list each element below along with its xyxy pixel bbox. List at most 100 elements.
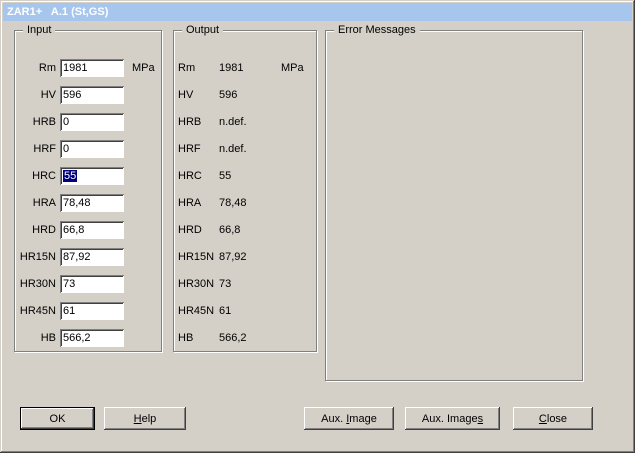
input-row-label: HR45N [15,305,56,317]
input-row-label: HB [15,332,56,344]
output-row-value: 596 [219,89,277,101]
output-row-label: HV [178,89,219,101]
output-row-value: 87,92 [219,251,277,263]
error-messages-group-label: Error Messages [334,24,420,37]
output-row-value: n.def. [219,116,277,128]
input-field-hrb[interactable]: 0 [60,113,124,131]
aux-image-button-label: Aux. Image [321,413,377,425]
output-row: HR30N 73 [174,270,316,297]
output-row: HRF n.def. [174,135,316,162]
input-row: HRD 66,8 [15,216,161,243]
output-row: HR45N 61 [174,297,316,324]
input-field-value: 0 [63,143,69,155]
input-row-label: HRA [15,197,56,209]
output-row-value: 73 [219,278,277,290]
input-group-label: Input [23,24,55,37]
output-row-label: Rm [178,62,219,74]
input-field-value: 61 [63,305,75,317]
aux-images-button-label: Aux. Images [422,413,483,425]
output-row-label: HR45N [178,305,219,317]
input-row: HRF 0 [15,135,161,162]
output-row: HRD 66,8 [174,216,316,243]
input-field-hv[interactable]: 596 [60,86,124,104]
output-row-value: 61 [219,305,277,317]
output-row-label: HB [178,332,219,344]
output-row-label: HRF [178,143,219,155]
output-row-label: HR15N [178,251,219,263]
input-row-label: HV [15,89,56,101]
output-row: HR15N 87,92 [174,243,316,270]
output-row-value: 66,8 [219,224,277,236]
output-row-label: HRA [178,197,219,209]
input-row: HR30N 73 [15,270,161,297]
help-button[interactable]: Help [104,407,186,430]
input-row-label: HR30N [15,278,56,290]
input-field-hr30n[interactable]: 73 [60,275,124,293]
output-row-label: HRC [178,170,219,182]
input-row: HRC 55 [15,162,161,189]
aux-images-button[interactable]: Aux. Images [405,407,500,430]
input-field-rm[interactable]: 1981 [60,59,124,77]
output-row-value: 55 [219,170,277,182]
input-field-value: 73 [63,278,75,290]
input-field-hra[interactable]: 78,48 [60,194,124,212]
input-row-label: HRF [15,143,56,155]
help-button-label: Help [134,413,157,425]
window-title: ZAR1+ A.1 (St,GS) [7,6,108,18]
aux-image-button[interactable]: Aux. Image [304,407,394,430]
input-row-label: HRB [15,116,56,128]
input-field-value: 66,8 [63,224,84,236]
title-bar[interactable]: ZAR1+ A.1 (St,GS) [3,3,632,21]
input-row: HRB 0 [15,108,161,135]
dialog-window: ZAR1+ A.1 (St,GS) Input Rm 1981 MPa HV 5… [0,0,635,453]
output-row-label: HRD [178,224,219,236]
input-row-label: HR15N [15,251,56,263]
output-row-value: 566,2 [219,332,277,344]
input-row: HRA 78,48 [15,189,161,216]
input-row: HR45N 61 [15,297,161,324]
input-field-value: 78,48 [63,197,91,209]
input-field-value: 1981 [63,62,87,74]
output-row-label: HR30N [178,278,219,290]
output-group-label: Output [182,24,223,37]
input-row-label: HRD [15,224,56,236]
input-field-hr45n[interactable]: 61 [60,302,124,320]
output-groupbox: Output Rm 1981 MPa HV 596 HRB n.def. HRF… [173,30,317,352]
input-row: HB 566,2 [15,324,161,351]
error-messages-groupbox: Error Messages [325,30,583,381]
input-row: Rm 1981 MPa [15,54,161,81]
output-row: HRC 55 [174,162,316,189]
output-row: HB 566,2 [174,324,316,351]
input-field-value: 0 [63,116,69,128]
output-row: HRA 78,48 [174,189,316,216]
output-row-label: HRB [178,116,219,128]
input-groupbox: Input Rm 1981 MPa HV 596 HRB 0 HRF 0 HRC… [14,30,162,352]
input-field-hrf[interactable]: 0 [60,140,124,158]
unit-label: MPa [281,62,304,74]
close-button[interactable]: Close [513,407,593,430]
output-rows: Rm 1981 MPa HV 596 HRB n.def. HRF n.def.… [174,54,316,351]
input-field-value: 87,92 [63,251,91,263]
output-row-value: n.def. [219,143,277,155]
input-field-hrc[interactable]: 55 [60,167,124,185]
ok-button[interactable]: OK [20,407,95,430]
input-row: HR15N 87,92 [15,243,161,270]
input-row-label: Rm [15,62,56,74]
input-field-value: 55 [63,170,77,182]
input-field-hr15n[interactable]: 87,92 [60,248,124,266]
input-row: HV 596 [15,81,161,108]
input-field-hb[interactable]: 566,2 [60,329,124,347]
input-field-hrd[interactable]: 66,8 [60,221,124,239]
input-rows: Rm 1981 MPa HV 596 HRB 0 HRF 0 HRC 55 HR… [15,54,161,351]
ok-button-label: OK [50,413,66,425]
input-field-value: 596 [63,89,81,101]
output-row-value: 1981 [219,62,277,74]
input-row-label: HRC [15,170,56,182]
input-field-value: 566,2 [63,332,91,344]
close-button-label: Close [539,413,567,425]
output-row-value: 78,48 [219,197,277,209]
output-row: HV 596 [174,81,316,108]
output-row: HRB n.def. [174,108,316,135]
output-row: Rm 1981 MPa [174,54,316,81]
unit-label: MPa [132,62,155,74]
